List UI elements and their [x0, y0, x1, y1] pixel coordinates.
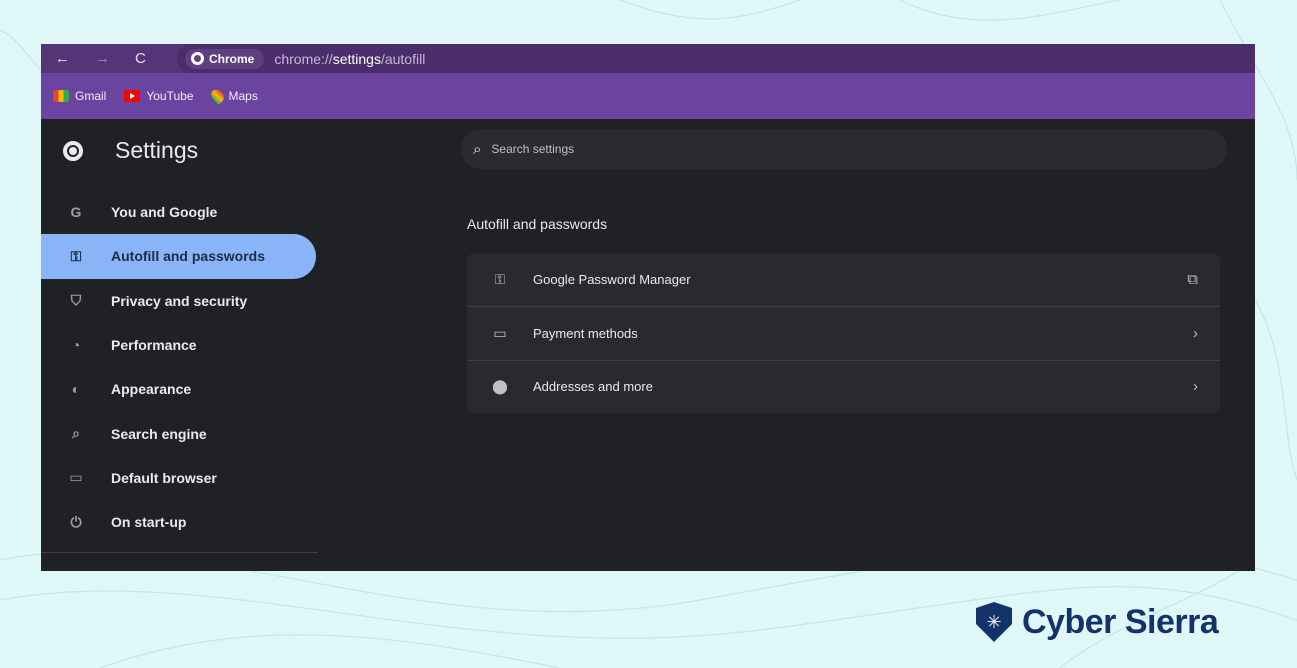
site-chip-label: Chrome [209, 51, 255, 66]
url-path: /autofill [380, 50, 426, 67]
row-label: Addresses and more [533, 379, 653, 395]
bookmarks-bar: Gmail YouTube Maps [41, 73, 1255, 119]
row-password-manager[interactable]: ⚿ Google Password Manager ⧉ [467, 253, 1220, 306]
chrome-logo-icon [191, 52, 204, 65]
sidebar-item-search-engine[interactable]: ⌕ Search engine [41, 411, 316, 455]
palette-icon: ◐ [71, 381, 81, 398]
bookmark-label: YouTube [146, 89, 194, 103]
external-link-icon[interactable]: ⧉ [1187, 271, 1198, 288]
chevron-right-icon[interactable]: › [1193, 378, 1198, 395]
brand-name: Cyber Sierra [1022, 602, 1219, 641]
chevron-right-icon[interactable]: › [1193, 325, 1198, 342]
page-title: Settings [115, 137, 199, 163]
bookmark-maps[interactable]: Maps [208, 87, 258, 105]
settings-sidebar: G You and Google ⚿ Autofill and password… [41, 190, 316, 544]
autofill-card: ⚿ Google Password Manager ⧉ ▭ Payment me… [467, 253, 1220, 413]
back-icon[interactable]: ← [55, 50, 95, 67]
speedometer-icon: ◔ [71, 337, 81, 354]
sidebar-item-privacy[interactable]: ⛉ Privacy and security [41, 279, 316, 323]
credit-card-icon: ▭ [493, 324, 507, 341]
search-icon: ⌕ [72, 425, 80, 442]
row-payment-methods[interactable]: ▭ Payment methods › [467, 306, 1220, 359]
sidebar-item-label: On start-up [111, 514, 187, 531]
key-icon: ⚿ [70, 247, 82, 264]
sidebar-item-performance[interactable]: ◔ Performance [41, 323, 316, 367]
forward-icon[interactable]: → [95, 50, 135, 67]
sidebar-item-default-browser[interactable]: ▭ Default browser [41, 456, 316, 500]
row-label: Google Password Manager [533, 272, 691, 288]
browser-toolbar: ← → C Chrome chrome://settings/autofill [41, 44, 1255, 73]
sidebar-item-appearance[interactable]: ◐ Appearance [41, 367, 316, 411]
sidebar-item-label: Autofill and passwords [111, 248, 266, 265]
shield-icon: ⛉ [70, 292, 82, 309]
browser-window: ← → C Chrome chrome://settings/autofill … [41, 44, 1255, 571]
browser-window-icon: ▭ [69, 469, 83, 486]
youtube-icon [124, 90, 141, 102]
gmail-icon [53, 90, 69, 102]
sidebar-item-label: Appearance [111, 381, 192, 398]
maps-icon [208, 87, 226, 105]
power-icon: ⏻ [70, 513, 82, 530]
sidebar-item-on-startup[interactable]: ⏻ On start-up [41, 500, 316, 544]
row-label: Payment methods [533, 325, 638, 341]
bookmark-label: Maps [228, 89, 258, 103]
chrome-logo-icon [63, 140, 83, 161]
sidebar-item-label: Privacy and security [111, 292, 248, 309]
sidebar-divider [41, 552, 318, 553]
sidebar-item-label: Search engine [111, 425, 207, 442]
sidebar-item-autofill[interactable]: ⚿ Autofill and passwords [41, 234, 316, 279]
google-icon: G [70, 204, 82, 221]
bookmark-youtube[interactable]: YouTube [124, 89, 194, 103]
url-host: settings [332, 50, 381, 67]
site-chip[interactable]: Chrome [185, 48, 265, 69]
brand-logo: ✳ Cyber Sierra [976, 602, 1219, 642]
key-icon: ⚿ [494, 271, 506, 288]
location-pin-icon: ⬤ [492, 378, 508, 395]
search-input[interactable] [491, 142, 1192, 156]
bookmark-gmail[interactable]: Gmail [53, 89, 106, 103]
shield-logo-icon: ✳ [976, 602, 1012, 642]
sidebar-item-you-and-google[interactable]: G You and Google [41, 190, 316, 234]
url-prefix: chrome:// [274, 50, 333, 67]
search-icon: ⌕ [473, 140, 482, 158]
url-text[interactable]: chrome://settings/autofill [274, 51, 425, 67]
bookmark-label: Gmail [75, 89, 107, 103]
address-bar[interactable]: Chrome chrome://settings/autofill [177, 44, 1255, 73]
settings-page: Settings G You and Google ⚿ Autofill and… [41, 119, 1255, 571]
reload-icon[interactable]: C [135, 50, 175, 67]
sidebar-item-label: Default browser [111, 469, 217, 486]
settings-header: Settings [63, 137, 198, 164]
row-addresses[interactable]: ⬤ Addresses and more › [467, 359, 1220, 413]
search-bar[interactable]: ⌕ [461, 129, 1227, 169]
sidebar-item-label: You and Google [111, 204, 218, 221]
sidebar-item-label: Performance [111, 337, 197, 354]
section-title: Autofill and passwords [467, 216, 608, 232]
